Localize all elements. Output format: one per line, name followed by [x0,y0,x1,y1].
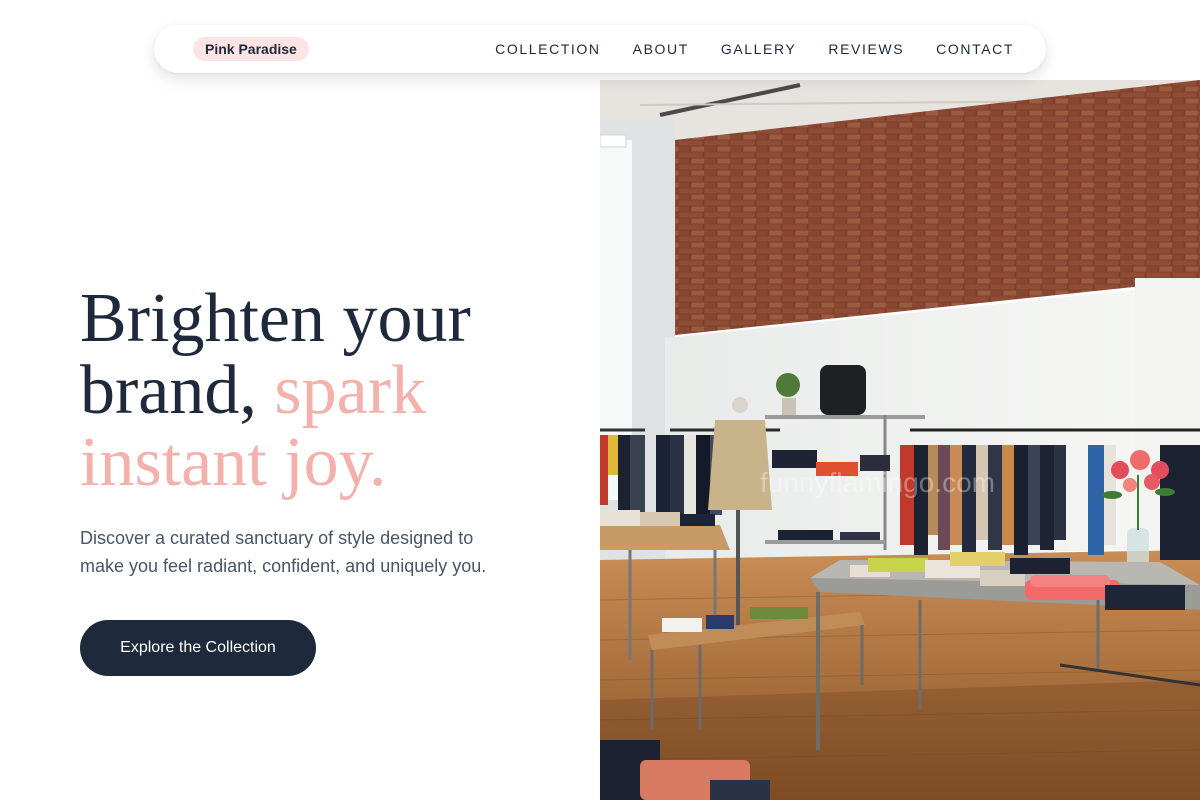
store-photo: funnyflamingo.com [600,80,1200,800]
nav-link-collection[interactable]: COLLECTION [495,41,600,57]
nav-link-contact[interactable]: CONTACT [936,41,1014,57]
nav-link-about[interactable]: ABOUT [633,41,689,57]
image-watermark: funnyflamingo.com [760,467,995,498]
hero-subtext: Discover a curated sanctuary of style de… [80,528,487,576]
brand-logo[interactable]: Pink Paradise [193,37,309,61]
top-navigation-bar: Pink Paradise COLLECTION ABOUT GALLERY R… [154,25,1046,73]
nav-link-reviews[interactable]: REVIEWS [828,41,904,57]
nav-link-gallery[interactable]: GALLERY [721,41,797,57]
hero-headline: Brighten your brand, spark instant joy. [80,283,580,499]
nav-links: COLLECTION ABOUT GALLERY REVIEWS CONTACT [495,25,1014,73]
explore-collection-button[interactable]: Explore the Collection [80,620,316,676]
